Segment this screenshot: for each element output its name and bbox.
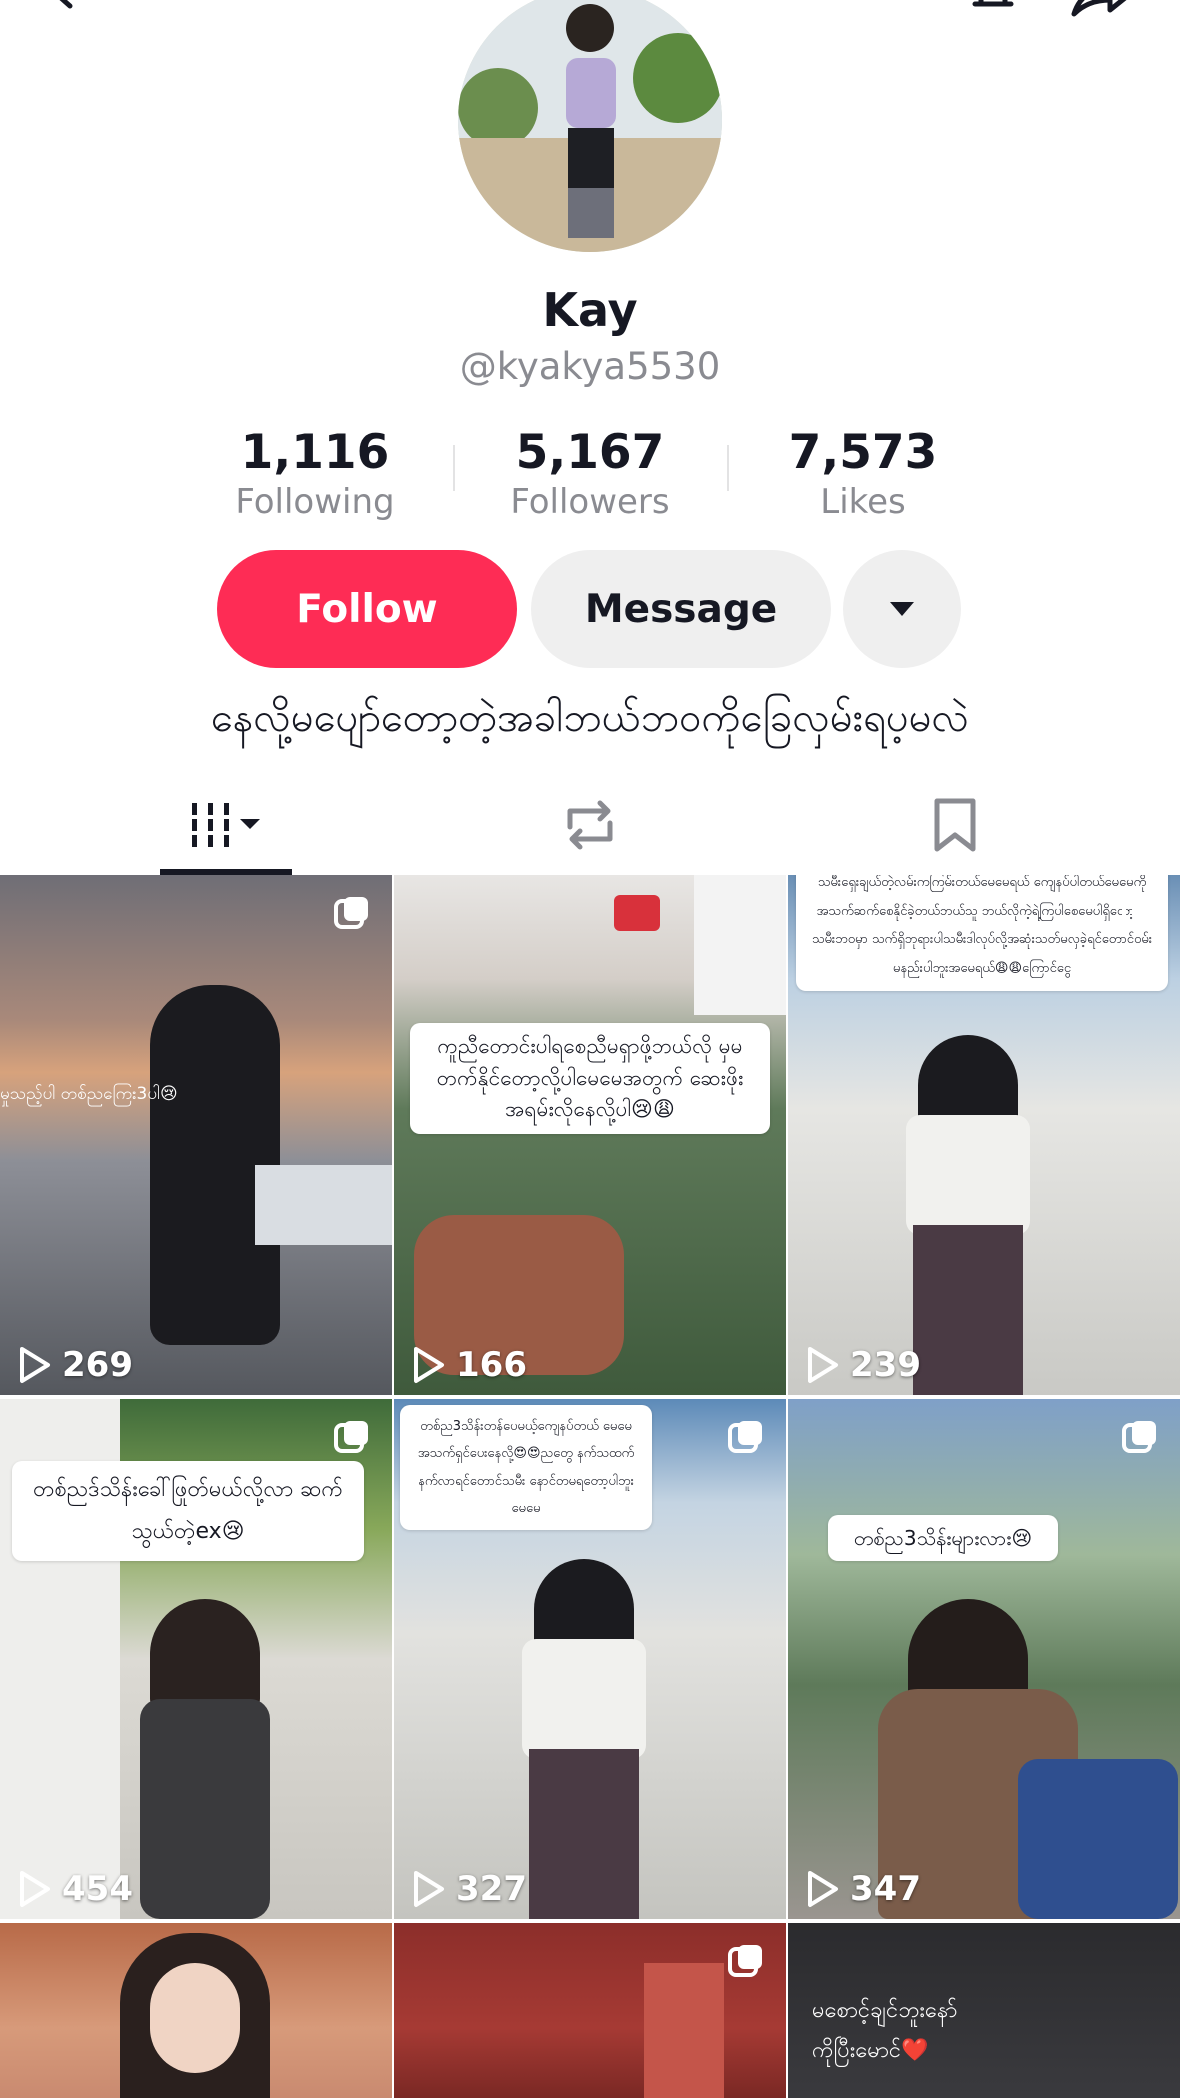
- play-icon: [808, 1347, 838, 1383]
- likes-label: Likes: [820, 482, 906, 522]
- view-count: 239: [804, 1345, 921, 1385]
- followers-count: 5,167: [515, 425, 665, 480]
- video-caption: မစောင့်ချင်ဘူးနော် ကိုပြီးမောင်❤️: [812, 1998, 958, 2063]
- view-count-text: 454: [62, 1869, 133, 1909]
- likes-count: 7,573: [788, 425, 938, 480]
- video-thumbnail[interactable]: ကူညီတောင်းပါရစေညီမရှာဖို့ဘယ်လို မှမတက်နိ…: [394, 875, 786, 1395]
- tab-videos[interactable]: [160, 775, 292, 875]
- play-icon: [20, 1871, 50, 1907]
- stat-divider: [453, 445, 455, 491]
- stat-followers[interactable]: 5,167 Followers: [480, 425, 700, 523]
- video-thumbnail[interactable]: [394, 1923, 786, 2098]
- video-thumbnail[interactable]: မှုသည့်ပါ တစ်ညကြေး3ပါ😢 269: [0, 875, 392, 1395]
- video-thumbnail[interactable]: မစောင့်ချင်ဘူးနော် ကိုပြီးမောင်❤️: [788, 1923, 1180, 2098]
- video-thumbnail[interactable]: တစ်ည3သိန်းများလား😢 347: [788, 1399, 1180, 1919]
- play-icon: [808, 1871, 838, 1907]
- video-thumbnail[interactable]: တစ်ညဒ်သိန်းခေါ်ဖြုတ်မယ်လို့လာ ဆက်သွယ်တဲ့…: [0, 1399, 392, 1919]
- view-count: 269: [16, 1345, 133, 1385]
- videos-grid-icon: [192, 803, 260, 847]
- view-count-text: 327: [456, 1869, 527, 1909]
- more-options-button[interactable]: [843, 550, 961, 668]
- video-caption: သမီးရှေးချယ်တဲ့လမ်းကကြမ်းတယ်မေမေရယ် ကျေန…: [796, 875, 1168, 992]
- view-count-text: 269: [62, 1345, 133, 1385]
- photo-carousel-icon: [334, 1421, 368, 1453]
- followers-label: Followers: [510, 482, 670, 522]
- view-count: 454: [16, 1869, 133, 1909]
- view-count-text: 166: [456, 1345, 527, 1385]
- play-icon: [414, 1871, 444, 1907]
- video-thumbnail[interactable]: သမီးရှေးချယ်တဲ့လမ်းကကြမ်းတယ်မေမေရယ် ကျေန…: [788, 875, 1180, 1395]
- video-grid: မှုသည့်ပါ တစ်ညကြေး3ပါ😢 269 ကူညီတောင်းပါရ…: [0, 875, 1180, 2098]
- video-thumbnail[interactable]: တစ်ည3သိန်းတန်ပေမယ့်ကျေနပ်တယ် မေမေအသက်ရှင…: [394, 1399, 786, 1919]
- play-icon: [20, 1347, 50, 1383]
- content-tabs: [0, 775, 1180, 875]
- stat-likes[interactable]: 7,573 Likes: [753, 425, 973, 523]
- photo-carousel-icon: [728, 1945, 762, 1977]
- repost-icon: [567, 800, 613, 850]
- view-count-text: 347: [850, 1869, 921, 1909]
- avatar-photo: [458, 0, 722, 252]
- share-icon[interactable]: [1066, 0, 1136, 18]
- photo-carousel-icon: [728, 1421, 762, 1453]
- profile-stats: 1,116 Following 5,167 Followers 7,573 Li…: [0, 425, 1180, 525]
- tab-reposts[interactable]: [540, 775, 640, 875]
- stat-following[interactable]: 1,116 Following: [205, 425, 425, 523]
- bookmark-icon: [934, 798, 976, 852]
- view-count: 166: [410, 1345, 527, 1385]
- view-count: 327: [410, 1869, 527, 1909]
- bell-icon[interactable]: [965, 0, 1021, 16]
- video-caption: တစ်ညဒ်သိန်းခေါ်ဖြုတ်မယ်လို့လာ ဆက်သွယ်တဲ့…: [12, 1461, 364, 1561]
- avatar[interactable]: [458, 0, 722, 252]
- video-thumbnail[interactable]: [0, 1923, 392, 2098]
- video-caption: မှုသည့်ပါ တစ်ညကြေး3ပါ😢: [0, 1084, 178, 1104]
- tab-saved[interactable]: [905, 775, 1005, 875]
- view-count: 347: [804, 1869, 921, 1909]
- bio-text: နေလို့မပျော်တော့တဲ့အခါဘယ်ဘဝကိုခြေလှမ်းရပ…: [210, 695, 970, 741]
- photo-carousel-icon: [334, 897, 368, 929]
- video-caption: ကူညီတောင်းပါရစေညီမရှာဖို့ဘယ်လို မှမတက်နိ…: [410, 1023, 770, 1134]
- caret-down-icon: [890, 602, 914, 616]
- follow-button[interactable]: Follow: [217, 550, 517, 668]
- display-name: Kay: [542, 283, 638, 337]
- video-caption: တစ်ည3သိန်းတန်ပေမယ့်ကျေနပ်တယ် မေမေအသက်ရှင…: [400, 1405, 652, 1531]
- back-arrow-icon[interactable]: [40, 0, 80, 10]
- video-caption: တစ်ည3သိန်းများလား😢: [828, 1515, 1058, 1561]
- following-count: 1,116: [240, 425, 390, 480]
- stat-divider: [727, 445, 729, 491]
- photo-carousel-icon: [1122, 1421, 1156, 1453]
- photo-carousel-icon: [1122, 897, 1156, 929]
- username-handle: @kyakya5530: [459, 345, 721, 388]
- message-button[interactable]: Message: [531, 550, 831, 668]
- view-count-text: 239: [850, 1345, 921, 1385]
- following-label: Following: [235, 482, 395, 522]
- play-icon: [414, 1347, 444, 1383]
